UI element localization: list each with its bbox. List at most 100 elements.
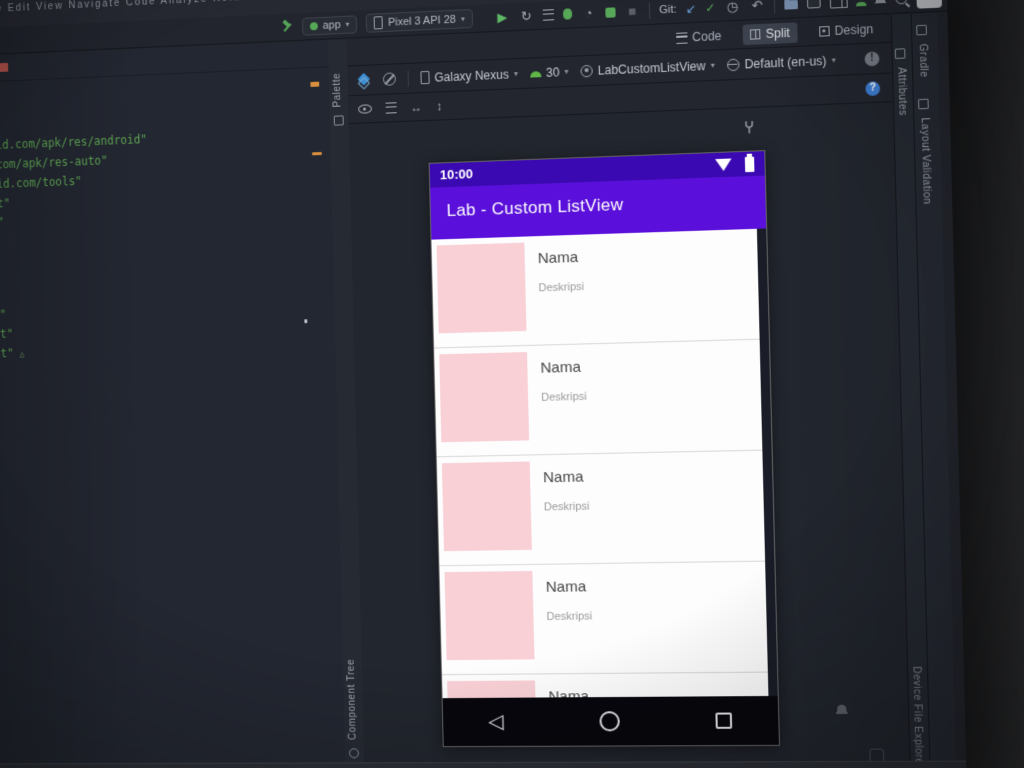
item-description: Deskripsi: [546, 610, 593, 624]
list-item[interactable]: Nama Deskripsi: [439, 561, 778, 676]
git-commit-button[interactable]: ✓: [705, 0, 716, 15]
wifi-icon: [715, 158, 732, 172]
profile-button[interactable]: ◔: [581, 5, 597, 21]
gutter-mark: [304, 319, 308, 324]
chevron-down-icon: ▾: [831, 55, 837, 65]
android-icon: [529, 70, 542, 78]
design-icon: [818, 26, 830, 37]
warning-icon: △: [19, 349, 25, 360]
android-studio-window: File Edit View Navigate Code Analyze Ref…: [0, 0, 968, 768]
toolbar-separator: [407, 70, 409, 87]
device-label: Pixel 3 API 28: [387, 13, 456, 29]
code-line: rent": [0, 196, 11, 212]
device-in-editor-selector[interactable]: Galaxy Nexus ▾: [420, 67, 518, 85]
history-clock-button[interactable]: ◷: [725, 0, 741, 14]
sdk-manager-icon[interactable]: [856, 0, 867, 6]
list-item[interactable]: Nama Deskripsi: [442, 672, 778, 699]
render-wrench-icon: [743, 120, 756, 135]
scrollbar-change-mark: [310, 81, 320, 87]
debug-button[interactable]: [562, 8, 573, 20]
tab-split[interactable]: Split: [742, 22, 798, 46]
chevron-down-icon: ▾: [460, 14, 465, 24]
custom-listview[interactable]: Nama Deskripsi Nama Deskripsi Nama Deskr…: [431, 228, 778, 699]
item-thumbnail: [439, 352, 530, 443]
item-description: Deskripsi: [543, 500, 590, 514]
apply-changes-button[interactable]: ↻: [519, 8, 534, 24]
git-label: Git:: [658, 2, 677, 16]
theme-icon: [580, 64, 593, 77]
recents-icon: [715, 712, 733, 729]
gradle-tab[interactable]: Gradle: [916, 24, 929, 78]
apply-code-changes-button[interactable]: [542, 9, 554, 21]
horizontal-resize-icon[interactable]: ↔: [410, 100, 422, 114]
list-item[interactable]: Nama Deskripsi: [434, 339, 772, 458]
item-description: Deskripsi: [538, 280, 585, 295]
home-icon: [598, 711, 620, 732]
orientation-icon[interactable]: [382, 72, 397, 86]
device-manager-icon[interactable]: [829, 0, 847, 9]
profile-square-icon[interactable]: [916, 0, 943, 9]
phone-preview[interactable]: 10:00 Lab - Custom ListView Nama Deskrip…: [428, 150, 781, 748]
status-time: 10:00: [439, 166, 474, 183]
phone-icon: [373, 16, 384, 30]
item-thumbnail: [444, 570, 535, 661]
design-surface-icon[interactable]: [357, 73, 371, 88]
vertical-resize-icon[interactable]: ↕: [436, 99, 442, 113]
code-line: ing": [0, 214, 5, 230]
gradle-icon: [916, 24, 927, 36]
component-tree-icon: [348, 748, 360, 759]
list-options-icon[interactable]: [385, 102, 397, 114]
code-icon: [675, 31, 688, 44]
notifications-bell-icon[interactable]: [876, 0, 887, 5]
stop-button[interactable]: ■: [624, 3, 640, 19]
item-name: Nama: [542, 468, 584, 487]
chevron-down-icon: ▾: [710, 60, 715, 70]
attributes-icon: [894, 48, 906, 59]
theme-selector[interactable]: LabCustomListView ▾: [580, 58, 715, 78]
list-item[interactable]: Nama Deskripsi: [431, 228, 769, 349]
phone-nav-bar: ◁: [442, 695, 779, 747]
toolbar-separator: [648, 2, 651, 19]
attach-debugger-button[interactable]: [605, 6, 616, 18]
help-icon[interactable]: ?: [865, 80, 881, 96]
item-name: Nama: [545, 578, 587, 596]
run-config-label: app: [322, 18, 341, 32]
tab-design[interactable]: Design: [811, 19, 881, 43]
design-canvas[interactable]: 10:00 Lab - Custom ListView Nama Deskrip…: [348, 102, 911, 768]
toolbar-separator: [773, 0, 776, 13]
canvas-notification-bell-icon[interactable]: [837, 705, 848, 715]
build-hammer-icon[interactable]: [281, 20, 294, 33]
git-update-button[interactable]: ↙: [686, 1, 697, 16]
undo-button[interactable]: ↶: [749, 0, 765, 13]
item-thumbnail: [436, 242, 527, 334]
split-icon: [750, 29, 761, 40]
locale-selector[interactable]: Default (en-us) ▾: [726, 53, 837, 72]
view-options-icon[interactable]: [358, 104, 373, 114]
item-description: Deskripsi: [541, 390, 587, 404]
item-name: Nama: [540, 358, 581, 377]
run-configuration-chip[interactable]: app ▾: [301, 14, 358, 36]
tab-code[interactable]: Code: [668, 25, 729, 48]
list-item[interactable]: Nama Deskripsi: [436, 450, 775, 567]
item-name: Nama: [537, 248, 579, 268]
xml-file-tab-icon[interactable]: [0, 62, 9, 73]
chevron-down-icon: ▾: [564, 66, 569, 77]
layout-validation-icon: [918, 98, 929, 110]
render-issues-icon[interactable]: !: [864, 50, 880, 66]
api-level-selector[interactable]: 30 ▾: [529, 64, 569, 80]
palette-tab[interactable]: Palette: [332, 73, 344, 126]
photo-background: File Edit View Navigate Code Analyze Ref…: [0, 0, 1024, 768]
chevron-down-icon: ▾: [345, 19, 350, 29]
palette-icon: [333, 115, 344, 126]
scrollbar-change-mark: [312, 151, 322, 156]
run-button[interactable]: ▶: [495, 9, 510, 25]
code-line: iew": [0, 307, 7, 322]
attributes-tab[interactable]: Attributes: [894, 48, 908, 116]
device-selector-chip[interactable]: Pixel 3 API 28 ▾: [366, 8, 473, 33]
project-structure-icon[interactable]: [784, 0, 799, 10]
search-icon[interactable]: [895, 0, 908, 5]
item-thumbnail: [441, 461, 532, 552]
item-thumbnail: [447, 680, 538, 699]
app-title: Lab - Custom ListView: [446, 194, 624, 221]
terminal-icon[interactable]: [807, 0, 821, 9]
